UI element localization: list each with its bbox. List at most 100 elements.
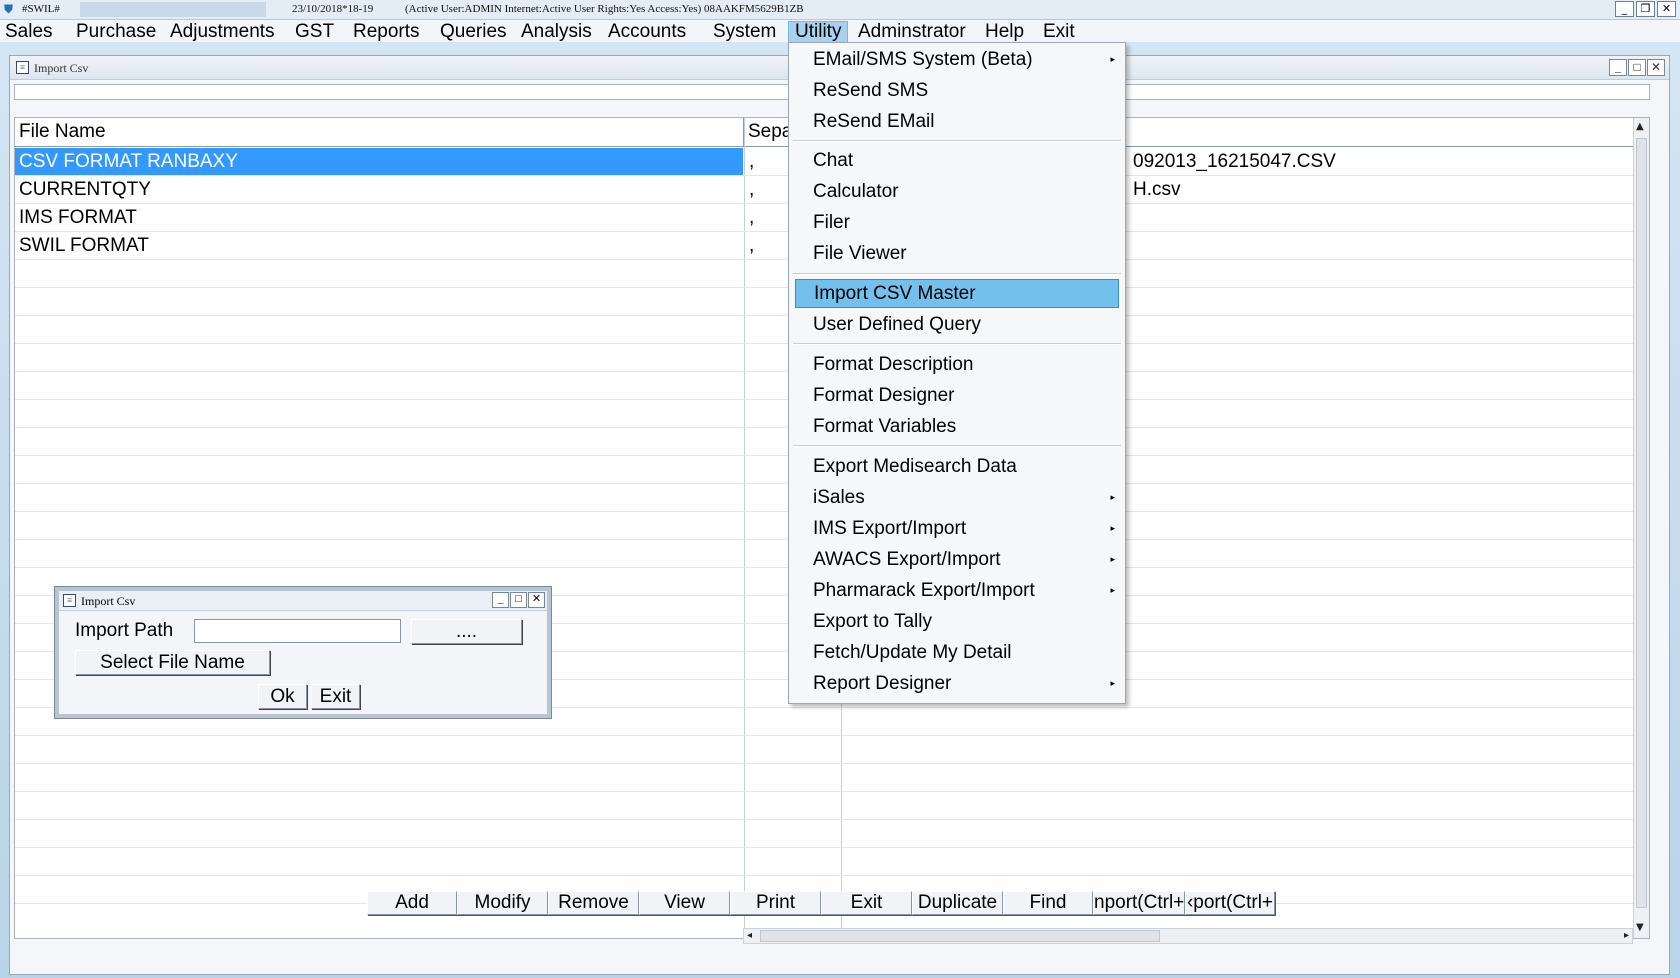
submenu-arrow-icon: ▸ [1110, 54, 1115, 64]
cell-file-name: IMS FORMAT [19, 207, 137, 228]
submenu-arrow-icon: ▸ [1110, 523, 1115, 533]
menu-item-ims-export-import[interactable]: IMS Export/Import ▸ [791, 514, 1123, 543]
menu-adminstrator[interactable]: Adminstrator [852, 21, 972, 43]
dialog-window-controls: _ □ ✕ [492, 592, 545, 608]
scroll-down-icon[interactable]: ▼ [1636, 922, 1644, 933]
minimize-button[interactable]: _ [1615, 1, 1634, 17]
remove-button[interactable]: Remove [548, 891, 639, 915]
menu-system[interactable]: System [707, 21, 782, 43]
empty-row [15, 764, 1635, 792]
submenu-arrow-icon: ▸ [1110, 554, 1115, 564]
menu-item-isales[interactable]: iSales ▸ [791, 483, 1123, 512]
menu-item-import-csv-master[interactable]: Import CSV Master [795, 279, 1119, 308]
import-path-input[interactable] [194, 619, 401, 643]
menu-item-resend-sms[interactable]: ReSend SMS [791, 76, 1123, 105]
menu-item-fetch-update-my-detail[interactable]: Fetch/Update My Detail [791, 638, 1123, 667]
menu-item-format-description[interactable]: Format Description [791, 350, 1123, 379]
modify-button[interactable]: Modify [457, 891, 548, 915]
document-icon: ≡ [63, 594, 76, 607]
submenu-arrow-icon: ▸ [1110, 585, 1115, 595]
menu-item-resend-email[interactable]: ReSend EMail [791, 107, 1123, 136]
menu-item-format-designer[interactable]: Format Designer [791, 381, 1123, 410]
scroll-left-icon[interactable]: ◂ [747, 929, 752, 943]
submenu-arrow-icon: ▸ [1110, 678, 1115, 688]
mdi-close-button[interactable]: ✕ [1647, 59, 1665, 76]
menu-item-export-medisearch-data[interactable]: Export Medisearch Data [791, 452, 1123, 481]
menu-sales[interactable]: Sales [0, 21, 59, 43]
empty-row [15, 736, 1635, 764]
vertical-scroll-thumb[interactable] [1636, 138, 1647, 908]
restore-button[interactable]: ❐ [1636, 1, 1655, 17]
menu-item-awacs-export-import[interactable]: AWACS Export/Import ▸ [791, 545, 1123, 574]
duplicate-button[interactable]: Duplicate [912, 891, 1003, 915]
ok-button[interactable]: Ok [258, 684, 307, 709]
empty-row [15, 820, 1635, 848]
menu-item-calculator[interactable]: Calculator [791, 177, 1123, 206]
menu-item-filer[interactable]: Filer [791, 208, 1123, 237]
import-path-label: Import Path [75, 620, 174, 641]
dialog-minimize-button[interactable]: _ [492, 592, 509, 608]
dialog-restore-button[interactable]: □ [510, 592, 527, 608]
dialog-exit-button[interactable]: Exit [311, 684, 360, 709]
import-csv-dialog: ≡ Import Csv _ □ ✕ Import Path .... Sele… [54, 586, 552, 719]
menu-separator [793, 273, 1121, 275]
menu-utility[interactable]: Utility [788, 21, 849, 43]
menu-exit[interactable]: Exit [1037, 21, 1081, 43]
menu-accounts[interactable]: Accounts [602, 21, 692, 43]
menu-gst[interactable]: GST [289, 21, 340, 43]
window-titlebar: ⛊ #SWIL# 23/10/2018*18-19 (Active User:A… [0, 0, 1680, 20]
menu-item-label: Report Designer [813, 673, 952, 694]
column-header-file-name[interactable]: File Name [15, 118, 744, 147]
horizontal-scrollbar[interactable]: ◂ ▸ [743, 928, 1633, 944]
close-button[interactable]: ✕ [1657, 1, 1676, 17]
empty-row [15, 848, 1635, 876]
menu-item-format-variables[interactable]: Format Variables [791, 412, 1123, 441]
menu-item-pharmarack-export-import[interactable]: Pharmarack Export/Import ▸ [791, 576, 1123, 605]
find-button[interactable]: Find [1003, 891, 1093, 915]
menu-reports[interactable]: Reports [347, 21, 426, 43]
mdi-restore-button[interactable]: □ [1628, 59, 1646, 76]
menu-purchase[interactable]: Purchase [70, 21, 162, 43]
cell-file-name: CSV FORMAT RANBAXY [15, 148, 743, 175]
view-button[interactable]: View [639, 891, 730, 915]
menu-help[interactable]: Help [979, 21, 1030, 43]
menu-item-email-sms-system[interactable]: EMail/SMS System (Beta) ▸ [791, 45, 1123, 74]
cell-file-path: H.csv [1133, 179, 1181, 200]
dialog-title: Import Csv [81, 594, 136, 608]
session-status: (Active User:ADMIN Internet:Active User … [405, 3, 804, 15]
menu-adjustments[interactable]: Adjustments [164, 21, 281, 43]
bottom-toolbar: Add Modify Remove View Print Exit Duplic… [367, 891, 1275, 915]
scroll-right-icon[interactable]: ▸ [1624, 929, 1629, 943]
menu-item-label: EMail/SMS System (Beta) [813, 49, 1033, 70]
utility-dropdown-menu: EMail/SMS System (Beta) ▸ ReSend SMS ReS… [788, 42, 1126, 704]
menu-item-label: Pharmarack Export/Import [813, 580, 1035, 601]
menu-item-chat[interactable]: Chat [791, 146, 1123, 175]
submenu-arrow-icon: ▸ [1110, 492, 1115, 502]
export-button[interactable]: ‹port(Ctrl+ [1185, 891, 1275, 915]
exit-button[interactable]: Exit [821, 891, 912, 915]
menu-item-export-to-tally[interactable]: Export to Tally [791, 607, 1123, 636]
app-icon: ⛊ [4, 2, 14, 16]
vertical-scrollbar[interactable]: ▲ ▼ [1633, 118, 1649, 938]
horizontal-scroll-thumb[interactable] [760, 930, 1160, 942]
menu-item-label: iSales [813, 487, 865, 508]
menu-analysis[interactable]: Analysis [515, 21, 598, 43]
window-title: Import Csv [34, 61, 89, 75]
mdi-minimize-button[interactable]: _ [1609, 59, 1627, 76]
select-file-name-button[interactable]: Select File Name [75, 650, 270, 675]
add-button[interactable]: Add [367, 891, 457, 915]
dialog-titlebar: ≡ Import Csv _ □ ✕ [59, 591, 547, 611]
print-button[interactable]: Print [730, 891, 821, 915]
scroll-up-icon[interactable]: ▲ [1636, 121, 1644, 132]
dialog-close-button[interactable]: ✕ [528, 592, 545, 608]
mdi-window-controls: _ □ ✕ [1609, 59, 1665, 76]
menu-item-report-designer[interactable]: Report Designer ▸ [791, 669, 1123, 698]
menu-item-label: IMS Export/Import [813, 518, 967, 539]
import-button[interactable]: nport(Ctrl+ [1093, 891, 1185, 915]
menu-item-user-defined-query[interactable]: User Defined Query [791, 310, 1123, 339]
browse-button[interactable]: .... [411, 619, 522, 644]
menu-queries[interactable]: Queries [434, 21, 513, 43]
cell-file-name: CURRENTQTY [19, 179, 151, 200]
menu-item-file-viewer[interactable]: File Viewer [791, 239, 1123, 268]
app-title: #SWIL# [22, 3, 60, 15]
